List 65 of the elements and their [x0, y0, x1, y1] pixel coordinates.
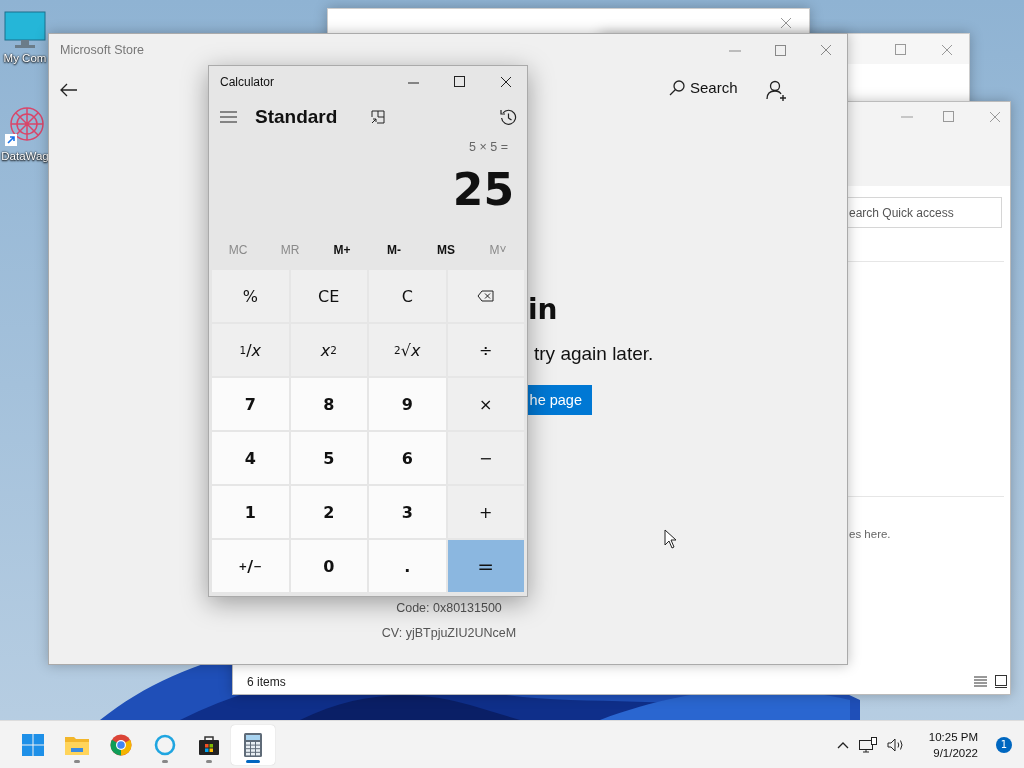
error-code: Code: 0x80131500 [395, 601, 503, 615]
search-button[interactable]: Search [669, 79, 738, 96]
folder-icon [65, 734, 89, 755]
digit-key[interactable]: 0 [290, 540, 367, 592]
search-field[interactable]: earch Quick access [848, 197, 1002, 228]
correlation-vector: CV: yjBTpjuZIU2UNceM [380, 626, 518, 640]
calculator-icon [244, 732, 262, 757]
digit-key[interactable]: 1 [212, 486, 289, 538]
result-display: 25 [451, 163, 515, 217]
function-key[interactable]: + [447, 486, 524, 538]
window-title: Calculator [220, 75, 275, 89]
network-icon[interactable] [858, 736, 877, 753]
volume-icon[interactable] [886, 737, 905, 752]
digit-key[interactable]: 6 [369, 432, 446, 484]
digit-key[interactable]: 3 [369, 486, 446, 538]
keep-on-top-icon[interactable] [371, 110, 386, 124]
equals-key[interactable]: = [447, 540, 524, 592]
mode-title: Standard [255, 106, 338, 128]
menu-icon[interactable] [220, 111, 237, 123]
digit-key[interactable]: 9 [369, 378, 446, 430]
function-key[interactable]: − [447, 432, 524, 484]
cursor-icon [664, 529, 677, 549]
empty-folder-message: es here. [849, 528, 891, 540]
add-user-icon[interactable] [766, 80, 788, 102]
chevron-up-icon[interactable] [836, 740, 849, 749]
flower-shortcut-icon[interactable] [3, 104, 47, 148]
search-icon [669, 79, 685, 96]
ring-icon [154, 733, 176, 756]
digit-key[interactable]: 7 [212, 378, 289, 430]
function-key[interactable]: $^{2}$√x [369, 324, 446, 376]
history-icon[interactable] [500, 108, 517, 126]
shopping-bag-icon [198, 733, 220, 756]
digit-key[interactable]: 4 [212, 432, 289, 484]
function-key[interactable]: ÷ [447, 324, 524, 376]
refresh-page-button[interactable]: he page [528, 385, 592, 415]
memory-button[interactable]: M- [369, 235, 419, 265]
tiles-view-icon[interactable] [995, 675, 1007, 688]
expression-text: 5 × 5 = [468, 140, 509, 156]
function-key[interactable]: CE [290, 270, 367, 322]
windows-logo-icon [22, 733, 44, 756]
digit-key[interactable]: 5 [290, 432, 367, 484]
backspace-button[interactable] [447, 270, 524, 322]
digit-key[interactable]: 8 [290, 378, 367, 430]
memory-button[interactable]: M+ [317, 235, 367, 265]
close-icon[interactable] [500, 76, 512, 88]
monitor-icon[interactable] [3, 10, 47, 50]
memory-button[interactable]: MS [421, 235, 471, 265]
function-key[interactable]: $^{1}$/x [212, 324, 289, 376]
function-key[interactable]: C [369, 270, 446, 322]
digit-key[interactable]: 2 [290, 486, 367, 538]
function-key[interactable]: % [212, 270, 289, 322]
browser-icon [110, 733, 132, 756]
backspace-icon [477, 290, 495, 302]
error-message: try again later. [534, 343, 654, 365]
notification-badge[interactable]: 1 [996, 736, 1012, 753]
item-count: 6 items [247, 675, 286, 689]
details-view-icon[interactable] [974, 676, 987, 688]
function-key[interactable]: × [447, 378, 524, 430]
clock[interactable]: 10:25 PM 9/1/2022 [928, 728, 978, 761]
window-title: Microsoft Store [60, 43, 145, 57]
error-heading: in [528, 293, 558, 326]
digit-key[interactable]: . [369, 540, 446, 592]
back-arrow-icon[interactable] [60, 83, 78, 97]
maximize-icon[interactable] [454, 76, 465, 87]
function-key[interactable]: x$^{2}$ [290, 324, 367, 376]
